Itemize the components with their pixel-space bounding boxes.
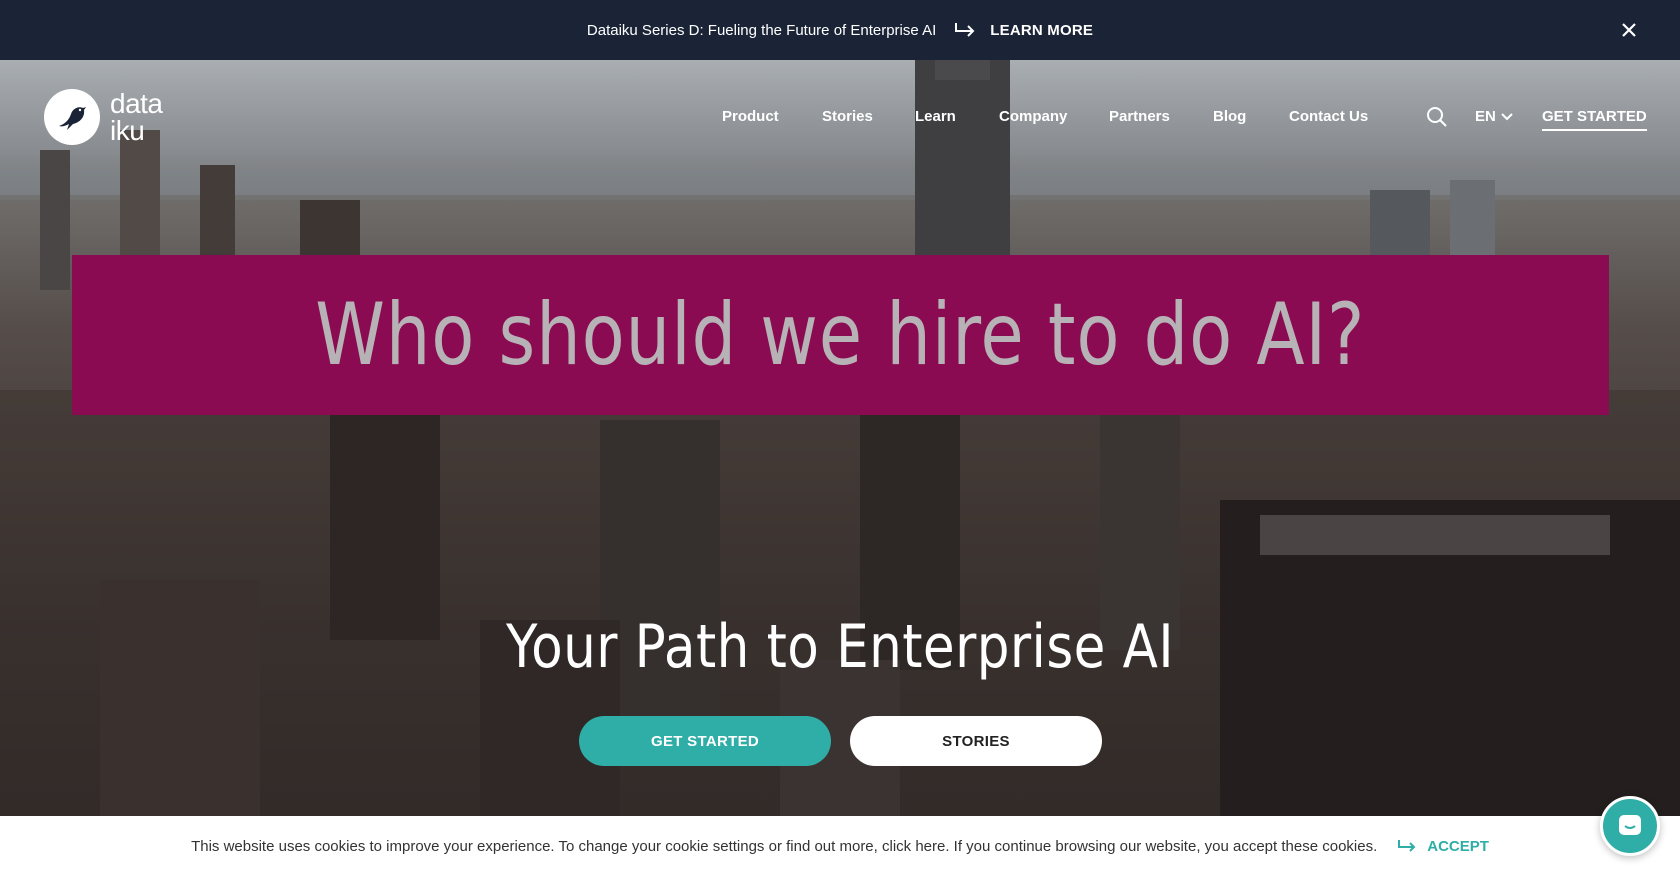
accept-cookies-button[interactable]: ACCEPT — [1397, 838, 1489, 855]
chevron-down-icon — [1496, 108, 1513, 125]
nav-item-blog[interactable]: Blog — [1213, 108, 1246, 125]
hero-section: Who should we hire to do AI? — [0, 60, 1680, 816]
language-label: EN — [1475, 108, 1496, 125]
nav-item-product[interactable]: Product — [722, 108, 779, 125]
dataiku-logo[interactable]: data iku — [44, 89, 163, 145]
return-arrow-icon — [1398, 840, 1416, 852]
nav-item-partners[interactable]: Partners — [1109, 108, 1170, 125]
learn-more-link[interactable]: LEARN MORE — [990, 22, 1093, 39]
nav-item-learn[interactable]: Learn — [915, 108, 956, 125]
nav-item-contact-us[interactable]: Contact Us — [1289, 108, 1368, 125]
bird-icon — [44, 89, 100, 145]
accept-label: ACCEPT — [1427, 837, 1489, 855]
city-skyline-background — [0, 60, 1680, 816]
hero-title: Your Path to Enterprise AI — [505, 612, 1175, 682]
logo-text-line1: data — [110, 88, 163, 119]
nav-item-company[interactable]: Company — [999, 108, 1067, 125]
get-started-button[interactable]: GET STARTED — [579, 716, 831, 766]
announcement-bar: Dataiku Series D: Fueling the Future of … — [0, 0, 1680, 60]
language-selector[interactable]: EN — [1475, 108, 1513, 125]
cookie-banner: This website uses cookies to improve you… — [0, 816, 1680, 876]
announcement-text: Dataiku Series D: Fueling the Future of … — [586, 21, 937, 39]
return-arrow-icon — [954, 22, 976, 38]
close-icon[interactable] — [1618, 19, 1640, 41]
chat-icon[interactable] — [1600, 796, 1660, 856]
logo-text-line2: iku — [110, 115, 145, 146]
video-caption-banner: Who should we hire to do AI? — [72, 255, 1609, 415]
video-caption-text: Who should we hire to do AI? — [315, 285, 1366, 385]
header-get-started-link[interactable]: GET STARTED — [1542, 108, 1647, 131]
nav-item-stories[interactable]: Stories — [822, 108, 873, 125]
stories-button[interactable]: STORIES — [850, 716, 1102, 766]
cookie-message: This website uses cookies to improve you… — [191, 837, 1378, 855]
search-icon[interactable] — [1426, 106, 1448, 128]
